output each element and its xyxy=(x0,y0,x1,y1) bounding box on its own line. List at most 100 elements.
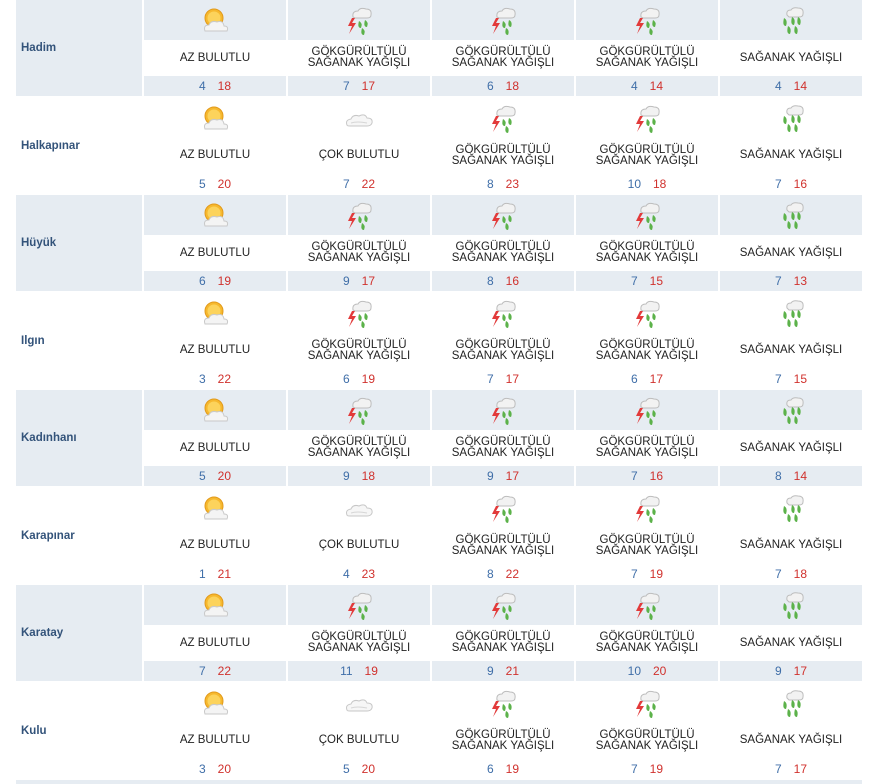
weather-description: AZ BULUTLU xyxy=(179,441,251,454)
thunder-rain-icon xyxy=(487,395,519,427)
temperature-cell: 8 14 xyxy=(720,466,862,486)
weather-icon-cell xyxy=(432,97,574,138)
weather-description: GÖKGÜRÜLTÜLÜ SAĞANAK YAĞIŞLI xyxy=(595,46,699,69)
weather-icon-cell xyxy=(288,195,430,235)
weather-description-cell: GÖKGÜRÜLTÜLÜ SAĞANAK YAĞIŞLI xyxy=(576,333,718,368)
temperature-cell: 7 22 xyxy=(288,173,430,194)
temperature-cell: 6 19 xyxy=(144,271,286,291)
min-temperature: 5 xyxy=(198,176,206,191)
weather-icon-cell xyxy=(576,682,718,723)
weather-description: GÖKGÜRÜLTÜLÜ SAĞANAK YAĞIŞLI xyxy=(451,338,555,362)
shower-rain-icon xyxy=(775,298,807,330)
weather-icon-cell xyxy=(144,390,286,430)
weather-description-cell: GÖKGÜRÜLTÜLÜ SAĞANAK YAĞIŞLI xyxy=(576,431,718,465)
city-name[interactable]: Ilgın xyxy=(21,335,45,347)
min-temperature: 6 xyxy=(486,79,494,93)
max-temperature: 22 xyxy=(217,371,232,386)
thunder-rain-icon xyxy=(343,298,375,330)
temperature-cell: 3 22 xyxy=(144,368,286,389)
day-forecast-cell: AZ BULUTLU 5 20 xyxy=(144,390,286,486)
shower-rain-icon xyxy=(775,395,807,427)
min-temperature: 4 xyxy=(198,79,206,93)
city-name[interactable]: Kulu xyxy=(21,725,47,737)
min-temperature: 9 xyxy=(774,664,782,678)
weather-description: GÖKGÜRÜLTÜLÜ SAĞANAK YAĞIŞLI xyxy=(595,728,699,752)
temperature-cell: 4 18 xyxy=(144,76,286,96)
weather-icon-cell xyxy=(432,195,574,235)
city-name[interactable]: Hadim xyxy=(21,42,56,54)
day-forecast-cell: GÖKGÜRÜLTÜLÜ SAĞANAK YAĞIŞLI 11 19 xyxy=(288,585,430,681)
max-temperature: 17 xyxy=(793,664,808,678)
day-forecast-cell: GÖKGÜRÜLTÜLÜ SAĞANAK YAĞIŞLI 4 14 xyxy=(576,0,718,96)
temperature-cell: 6 18 xyxy=(432,76,574,96)
city-name[interactable]: Kadınhanı xyxy=(21,432,77,444)
day-forecast-cell: AZ BULUTLU 5 20 xyxy=(144,97,286,194)
day-forecast-cell: SAĞANAK YAĞIŞLI 7 17 xyxy=(720,682,862,779)
min-temperature: 7 xyxy=(774,274,782,288)
shower-rain-icon xyxy=(775,200,807,232)
day-forecast-cell: ÇOK BULUTLU 7 22 xyxy=(288,97,430,194)
weather-description: SAĞANAK YAĞIŞLI xyxy=(739,539,843,551)
min-temperature: 6 xyxy=(342,371,350,386)
city-forecast-row: Kadınhanı AZ BULUTLU 5 20 GÖKGÜRÜLTÜLÜ SAĞAN… xyxy=(16,390,862,488)
day-forecast-cell: GÖKGÜRÜLTÜLÜ SAĞANAK YAĞIŞLI 10 18 xyxy=(576,97,718,194)
day-forecast-cell: AZ BULUTLU 3 20 xyxy=(144,682,286,779)
weather-description: GÖKGÜRÜLTÜLÜ SAĞANAK YAĞIŞLI xyxy=(595,631,699,654)
temperature-cell: 7 16 xyxy=(576,466,718,486)
weather-description-cell: GÖKGÜRÜLTÜLÜ SAĞANAK YAĞIŞLI xyxy=(432,333,574,368)
weather-icon-cell xyxy=(288,97,430,138)
day-forecast-cell: SAĞANAK YAĞIŞLI 7 13 xyxy=(720,195,862,291)
max-temperature: 23 xyxy=(505,176,520,191)
max-temperature: 13 xyxy=(793,274,808,288)
temperature-cell: 7 19 xyxy=(576,758,718,779)
weather-icon-cell xyxy=(288,585,430,625)
weather-icon-cell xyxy=(576,487,718,528)
weather-description-cell: GÖKGÜRÜLTÜLÜ SAĞANAK YAĞIŞLI xyxy=(432,626,574,660)
min-temperature: 8 xyxy=(486,566,494,581)
weather-icon-cell xyxy=(720,292,862,333)
weather-description-cell: GÖKGÜRÜLTÜLÜ SAĞANAK YAĞIŞLI xyxy=(576,626,718,660)
max-temperature: 20 xyxy=(217,469,232,483)
city-cell: Kulu xyxy=(16,682,142,779)
day-forecast-cell: ÇOK BULUTLU 5 20 xyxy=(288,682,430,779)
min-temperature: 6 xyxy=(630,371,638,386)
min-temperature: 7 xyxy=(630,274,638,288)
min-temperature: 7 xyxy=(774,761,782,776)
city-cell: Hüyük xyxy=(16,195,142,291)
temperature-cell: 10 18 xyxy=(576,173,718,194)
city-forecast-row: Hadim AZ BULUTLU 4 18 GÖKGÜRÜLTÜLÜ SAĞANAK Y… xyxy=(16,0,862,98)
weather-description-cell: SAĞANAK YAĞIŞLI xyxy=(720,236,862,270)
temperature-cell: 7 17 xyxy=(288,76,430,96)
day-forecast-cell: GÖKGÜRÜLTÜLÜ SAĞANAK YAĞIŞLI 7 15 xyxy=(576,195,718,291)
weather-icon-cell xyxy=(576,0,718,40)
city-cell: Karatay xyxy=(16,585,142,681)
thunder-rain-icon xyxy=(487,590,519,622)
weather-description: ÇOK BULUTLU xyxy=(318,539,400,551)
temperature-cell: 9 17 xyxy=(432,466,574,486)
city-cell: Hadim xyxy=(16,0,142,96)
weather-icon-cell xyxy=(432,682,574,723)
weather-icon-cell xyxy=(288,390,430,430)
weather-description-cell: GÖKGÜRÜLTÜLÜ SAĞANAK YAĞIŞLI xyxy=(288,41,430,75)
weather-description-cell: SAĞANAK YAĞIŞLI xyxy=(720,626,862,660)
weather-description: GÖKGÜRÜLTÜLÜ SAĞANAK YAĞIŞLI xyxy=(595,338,699,362)
min-temperature: 7 xyxy=(630,761,638,776)
city-name[interactable]: Karatay xyxy=(21,627,63,639)
shower-rain-icon xyxy=(775,493,807,525)
city-name[interactable]: Hüyük xyxy=(21,237,56,249)
city-forecast-row: Karatay AZ BULUTLU 7 22 GÖKGÜRÜLTÜLÜ SAĞANAK… xyxy=(16,585,862,683)
city-name[interactable]: Halkapınar xyxy=(21,140,80,152)
weather-description-cell: ÇOK BULUTLU xyxy=(288,528,430,563)
thunder-rain-icon xyxy=(631,395,663,427)
weather-description: GÖKGÜRÜLTÜLÜ SAĞANAK YAĞIŞLI xyxy=(451,533,555,557)
day-forecast-cell: AZ BULUTLU 1 21 xyxy=(144,487,286,584)
weather-description-cell: GÖKGÜRÜLTÜLÜ SAĞANAK YAĞIŞLI xyxy=(288,431,430,465)
day-forecast-cell: GÖKGÜRÜLTÜLÜ SAĞANAK YAĞIŞLI 6 17 xyxy=(576,292,718,389)
max-temperature: 20 xyxy=(361,761,376,776)
city-name[interactable]: Karapınar xyxy=(21,530,75,542)
weather-description: GÖKGÜRÜLTÜLÜ SAĞANAK YAĞIŞLI xyxy=(307,436,411,459)
partly-cloudy-icon xyxy=(199,298,231,330)
min-temperature: 4 xyxy=(342,566,350,581)
day-forecast-cell: SAĞANAK YAĞIŞLI 7 15 xyxy=(720,292,862,389)
partly-cloudy-icon xyxy=(199,493,231,525)
